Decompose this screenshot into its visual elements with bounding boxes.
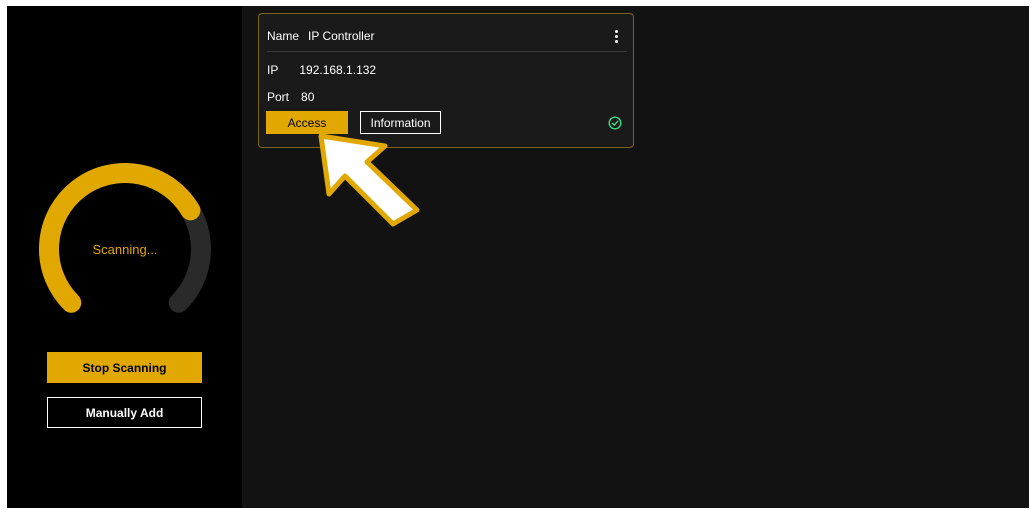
name-value: IP Controller: [308, 29, 375, 43]
port-label: Port: [267, 90, 290, 104]
more-options-icon[interactable]: [611, 26, 621, 46]
ip-row: IP 192.168.1.132: [267, 63, 376, 77]
information-button[interactable]: Information: [360, 111, 441, 134]
sidebar: Scanning... Stop Scanning Manually Add: [7, 6, 242, 508]
port-row: Port 80: [267, 90, 314, 104]
name-label: Name: [267, 29, 300, 43]
stop-scanning-button[interactable]: Stop Scanning: [47, 352, 202, 383]
check-circle-icon: [608, 116, 622, 130]
app-screen: Scanning... Stop Scanning Manually Add N…: [7, 6, 1029, 508]
manually-add-button[interactable]: Manually Add: [47, 397, 202, 428]
device-card: Name IP Controller IP 192.168.1.132 Port…: [258, 13, 634, 148]
port-value: 80: [301, 90, 315, 104]
ip-value: 192.168.1.132: [299, 63, 377, 77]
scan-status-label: Scanning...: [92, 241, 158, 257]
ip-label: IP: [267, 63, 279, 77]
device-name-row: Name IP Controller: [267, 26, 627, 46]
scan-progress-ring: Scanning...: [37, 161, 213, 337]
pointer-arrow-icon: [318, 133, 420, 227]
access-button[interactable]: Access: [266, 111, 348, 134]
card-divider: [267, 51, 627, 52]
